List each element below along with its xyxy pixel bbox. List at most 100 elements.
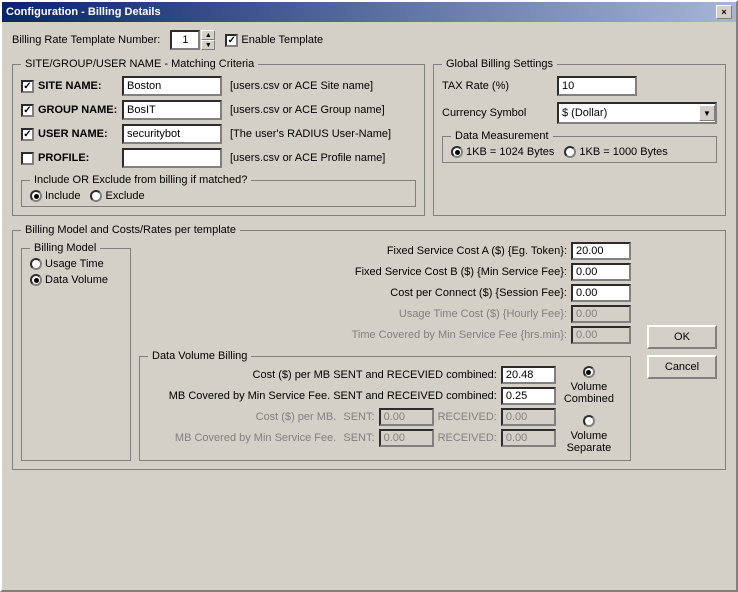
volume-separate-radio-item[interactable]: Volume Separate: [567, 415, 612, 454]
data-1000-label: 1KB = 1000 Bytes: [579, 146, 667, 158]
fixed-b-input[interactable]: 0.00: [571, 263, 631, 281]
include-radio[interactable]: [30, 190, 42, 202]
volume-combined-radio[interactable]: [583, 366, 595, 378]
spin-buttons: ▲ ▼: [201, 30, 215, 50]
data-volume-radio-item[interactable]: Data Volume: [30, 274, 122, 286]
data-1000-radio-item[interactable]: 1KB = 1000 Bytes: [564, 146, 667, 158]
mb-covered-label: MB Covered by Min Service Fee. SENT and …: [148, 390, 497, 402]
site-name-hint: [users.csv or ACE Site name]: [230, 80, 373, 92]
group-name-row: GROUP NAME: BosIT [users.csv or ACE Grou…: [21, 100, 416, 120]
profile-input[interactable]: [122, 148, 222, 168]
cost-per-mb-sent-input: 0.00: [379, 408, 434, 426]
cost-combined-label: Cost ($) per MB SENT and RECEVIED combin…: [148, 369, 497, 381]
include-exclude-legend: Include OR Exclude from billing if match…: [30, 174, 251, 186]
cost-combined-row: Cost ($) per MB SENT and RECEVIED combin…: [148, 366, 556, 384]
group-name-checkbox[interactable]: [21, 104, 34, 117]
cost-per-mb-received-input: 0.00: [501, 408, 556, 426]
data-1024-label: 1KB = 1024 Bytes: [466, 146, 554, 158]
template-number-input[interactable]: 1: [170, 30, 200, 50]
volume-radio-group: Volume Combined Volume Separate: [564, 366, 614, 454]
tax-row: TAX Rate (%) 10: [442, 76, 717, 96]
enable-template-checkbox[interactable]: [225, 34, 238, 47]
currency-label: Currency Symbol: [442, 107, 557, 119]
group-name-label: GROUP NAME:: [38, 104, 118, 116]
connect-input[interactable]: 0.00: [571, 284, 631, 302]
data-volume-label: Data Volume: [45, 274, 108, 286]
template-number-label: Billing Rate Template Number:: [12, 34, 160, 46]
data-1024-radio-item[interactable]: 1KB = 1024 Bytes: [451, 146, 554, 158]
spin-control: 1 ▲ ▼: [170, 30, 215, 50]
profile-label: PROFILE:: [38, 152, 118, 164]
enable-template-checkbox-row[interactable]: Enable Template: [225, 34, 323, 47]
mb-covered2-row: MB Covered by Min Service Fee. SENT: 0.0…: [148, 429, 556, 447]
volume-separate-radio[interactable]: [583, 415, 595, 427]
user-name-row: USER NAME: securitybot [The user's RADIU…: [21, 124, 416, 144]
data-1000-radio[interactable]: [564, 146, 576, 158]
ok-cancel-buttons: OK Cancel: [647, 242, 717, 461]
data-volume-billing-fieldset: Data Volume Billing Cost ($) per MB SENT…: [139, 350, 631, 461]
received-label1: RECEIVED:: [438, 411, 497, 423]
ok-button[interactable]: OK: [647, 325, 717, 349]
title-bar-buttons: ×: [716, 5, 732, 19]
data-measurement-fieldset: Data Measurement 1KB = 1024 Bytes 1KB = …: [442, 130, 717, 163]
spin-up-button[interactable]: ▲: [201, 30, 215, 40]
volume-separate-label: Volume Separate: [567, 430, 612, 454]
profile-row: PROFILE: [users.csv or ACE Profile name]: [21, 148, 416, 168]
site-name-label: SITE NAME:: [38, 80, 118, 92]
exclude-radio-item[interactable]: Exclude: [90, 190, 144, 202]
global-billing-legend: Global Billing Settings: [442, 58, 557, 70]
data-1024-radio[interactable]: [451, 146, 463, 158]
connect-row: Cost per Connect ($) {Session Fee}: 0.00: [139, 284, 631, 302]
data-volume-billing-legend: Data Volume Billing: [148, 350, 251, 362]
billing-model-box: Billing Model Usage Time Data Volume: [21, 242, 131, 461]
dv-main-row: Cost ($) per MB SENT and RECEVIED combin…: [148, 366, 622, 454]
global-billing-fieldset: Global Billing Settings TAX Rate (%) 10 …: [433, 58, 726, 216]
mb-covered-input[interactable]: 0.25: [501, 387, 556, 405]
billing-model-fieldset: Billing Model and Costs/Rates per templa…: [12, 224, 726, 470]
fixed-a-row: Fixed Service Cost A ($) {Eg. Token}: 20…: [139, 242, 631, 260]
billing-model-legend: Billing Model and Costs/Rates per templa…: [21, 224, 240, 236]
fixed-a-input[interactable]: 20.00: [571, 242, 631, 260]
usage-time-cost-label: Usage Time Cost ($) {Hourly Fee}:: [139, 308, 567, 320]
usage-time-cost-input: 0.00: [571, 305, 631, 323]
include-label: Include: [45, 190, 80, 202]
usage-time-radio[interactable]: [30, 258, 42, 270]
site-name-checkbox[interactable]: [21, 80, 34, 93]
spin-down-button[interactable]: ▼: [201, 40, 215, 50]
user-name-label: USER NAME:: [38, 128, 118, 140]
volume-combined-label: Volume Combined: [564, 381, 614, 405]
window-title: Configuration - Billing Details: [6, 6, 161, 18]
mb-covered2-received-input: 0.00: [501, 429, 556, 447]
volume-combined-radio-item[interactable]: Volume Combined: [564, 366, 614, 405]
profile-checkbox[interactable]: [21, 152, 34, 165]
group-name-input[interactable]: BosIT: [122, 100, 222, 120]
tax-input[interactable]: 10: [557, 76, 637, 96]
mb-covered-row: MB Covered by Min Service Fee. SENT and …: [148, 387, 556, 405]
site-group-fieldset: SITE/GROUP/USER NAME - Matching Criteria…: [12, 58, 425, 216]
site-name-input[interactable]: Boston: [122, 76, 222, 96]
cancel-button[interactable]: Cancel: [647, 355, 717, 379]
currency-select-wrapper: $ (Dollar) € (Euro) £ (Pound) ▼: [557, 102, 717, 124]
user-name-checkbox[interactable]: [21, 128, 34, 141]
enable-template-label: Enable Template: [241, 34, 323, 46]
close-button[interactable]: ×: [716, 5, 732, 19]
data-volume-radio[interactable]: [30, 274, 42, 286]
usage-time-label: Usage Time: [45, 258, 104, 270]
fixed-b-label: Fixed Service Cost B ($) {Min Service Fe…: [139, 266, 567, 278]
include-radio-item[interactable]: Include: [30, 190, 80, 202]
tax-label: TAX Rate (%): [442, 80, 557, 92]
data-measurement-legend: Data Measurement: [451, 130, 553, 142]
cost-combined-input[interactable]: 20.48: [501, 366, 556, 384]
site-name-row: SITE NAME: Boston [users.csv or ACE Site…: [21, 76, 416, 96]
fixed-b-row: Fixed Service Cost B ($) {Min Service Fe…: [139, 263, 631, 281]
time-covered-row: Time Covered by Min Service Fee {hrs.min…: [139, 326, 631, 344]
currency-select[interactable]: $ (Dollar) € (Euro) £ (Pound): [557, 102, 717, 124]
usage-time-radio-item[interactable]: Usage Time: [30, 258, 122, 270]
usage-time-cost-row: Usage Time Cost ($) {Hourly Fee}: 0.00: [139, 305, 631, 323]
billing-content: Billing Model Usage Time Data Volume Fix…: [21, 242, 717, 461]
exclude-radio[interactable]: [90, 190, 102, 202]
user-name-input[interactable]: securitybot: [122, 124, 222, 144]
main-window: Configuration - Billing Details × Billin…: [0, 0, 738, 592]
user-name-hint: [The user's RADIUS User-Name]: [230, 128, 391, 140]
time-covered-label: Time Covered by Min Service Fee {hrs.min…: [139, 329, 567, 341]
